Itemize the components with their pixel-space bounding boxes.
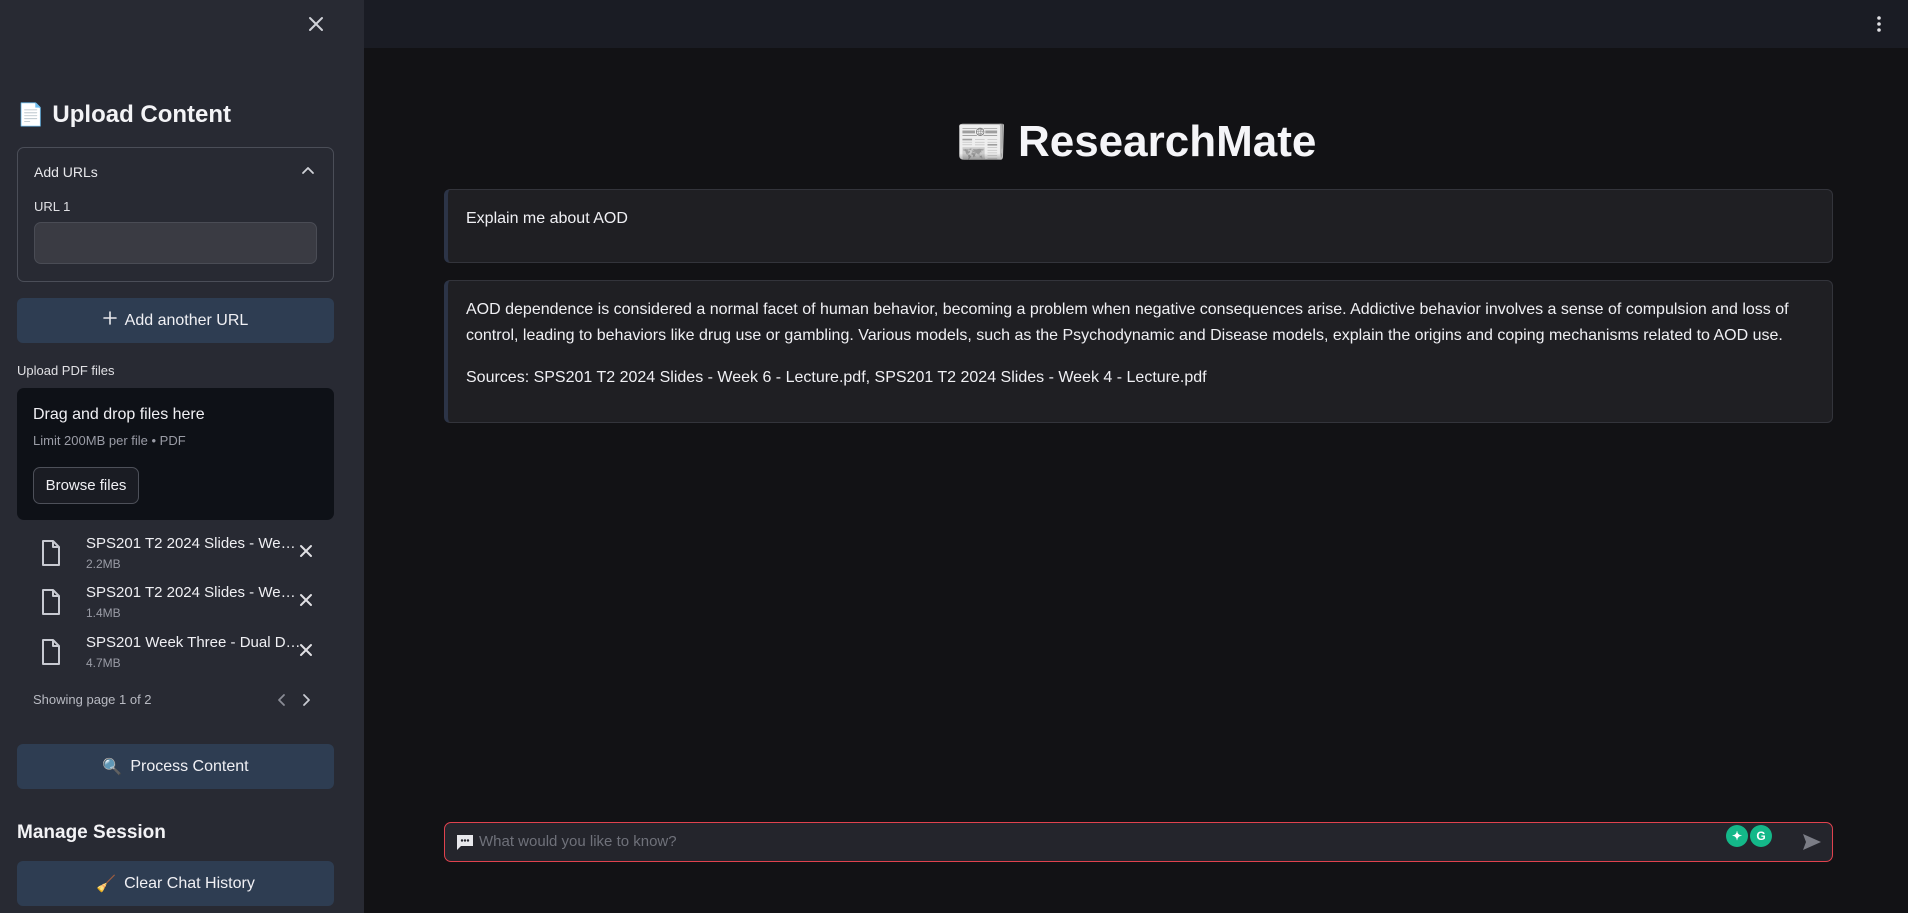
broom-icon: 🧹 <box>96 875 117 893</box>
remove-file-icon[interactable] <box>298 642 314 658</box>
file-size: 1.4MB <box>86 606 121 620</box>
remove-file-icon[interactable] <box>298 543 314 559</box>
file-name: SPS201 T2 2024 Slides - Week 6 - Lecture… <box>86 535 302 552</box>
user-message: Explain me about AOD <box>444 189 1833 263</box>
chevron-up-icon[interactable] <box>301 164 315 178</box>
url-expander: Add URLs URL 1 <box>17 147 334 282</box>
file-icon <box>40 588 62 616</box>
file-size: 4.7MB <box>86 656 121 670</box>
clear-chat-history-button[interactable]: 🧹 Clear Chat History <box>17 861 334 906</box>
clear-chat-history-label: Clear Chat History <box>124 874 255 892</box>
close-sidebar-icon[interactable] <box>306 14 326 34</box>
process-content-button[interactable]: 🔍 Process Content <box>17 744 334 789</box>
file-size: 2.2MB <box>86 557 121 571</box>
chat-bubble-icon <box>455 833 475 851</box>
dropzone-title: Drag and drop files here <box>33 406 205 423</box>
dropzone-limit: Limit 200MB per file • PDF <box>33 433 186 448</box>
user-message-text: Explain me about AOD <box>466 210 628 227</box>
assistant-message-sources: Sources: SPS201 T2 2024 Slides - Week 6 … <box>466 369 1207 386</box>
sidebar-title-text: Upload Content <box>52 101 232 128</box>
url-expander-header[interactable]: Add URLs <box>34 164 98 180</box>
assistant-message: AOD dependence is considered a normal fa… <box>444 280 1833 423</box>
browse-files-button[interactable]: Browse files <box>33 467 139 504</box>
remove-file-icon[interactable] <box>298 592 314 608</box>
kebab-menu-icon[interactable] <box>1876 14 1882 34</box>
file-item: SPS201 T2 2024 Slides - Week 6 - Lecture… <box>34 535 324 577</box>
app-title-text: ResearchMate <box>1017 117 1317 166</box>
sidebar: 📄 Upload Content Add URLs URL 1 Add anot… <box>0 0 364 913</box>
url-input[interactable] <box>34 222 317 264</box>
app-title: 📰 ResearchMate <box>364 117 1908 167</box>
newspaper-icon: 📰 <box>955 118 1008 165</box>
pagination-text: Showing page 1 of 2 <box>33 692 152 707</box>
assistant-message-text: AOD dependence is considered a normal fa… <box>466 301 1789 344</box>
file-name: SPS201 T2 2024 Slides - Week 4 - Lecture… <box>86 584 302 601</box>
process-content-label: Process Content <box>130 757 249 775</box>
chevron-left-icon[interactable] <box>275 692 289 708</box>
extension-icons: ✦ G <box>1726 825 1772 847</box>
file-name: SPS201 Week Three - Dual Diagnosis.pdf <box>86 634 302 651</box>
manage-session-title: Manage Session <box>17 822 166 843</box>
upload-pdf-label: Upload PDF files <box>17 363 115 378</box>
send-icon[interactable] <box>1802 833 1822 851</box>
file-item: SPS201 T2 2024 Slides - Week 4 - Lecture… <box>34 584 324 626</box>
chevron-right-icon[interactable] <box>299 692 313 708</box>
file-icon <box>40 638 62 666</box>
extension-bulb-icon[interactable]: ✦ <box>1726 825 1748 847</box>
file-icon <box>40 539 62 567</box>
grammarly-icon[interactable]: G <box>1750 825 1772 847</box>
magnifier-icon: 🔍 <box>102 758 123 776</box>
chat-placeholder: What would you like to know? <box>479 833 677 850</box>
url-label: URL 1 <box>34 199 71 214</box>
plus-icon <box>102 311 117 330</box>
add-url-button[interactable]: Add another URL <box>17 298 334 343</box>
file-item: SPS201 Week Three - Dual Diagnosis.pdf 4… <box>34 634 324 676</box>
add-url-label: Add another URL <box>124 311 249 329</box>
file-dropzone[interactable]: Drag and drop files here Limit 200MB per… <box>17 388 334 520</box>
chat-input[interactable]: What would you like to know? ✦ G <box>444 822 1833 862</box>
top-bar <box>364 0 1908 48</box>
page-icon: 📄 <box>17 102 45 127</box>
sidebar-title: 📄 Upload Content <box>17 101 231 129</box>
